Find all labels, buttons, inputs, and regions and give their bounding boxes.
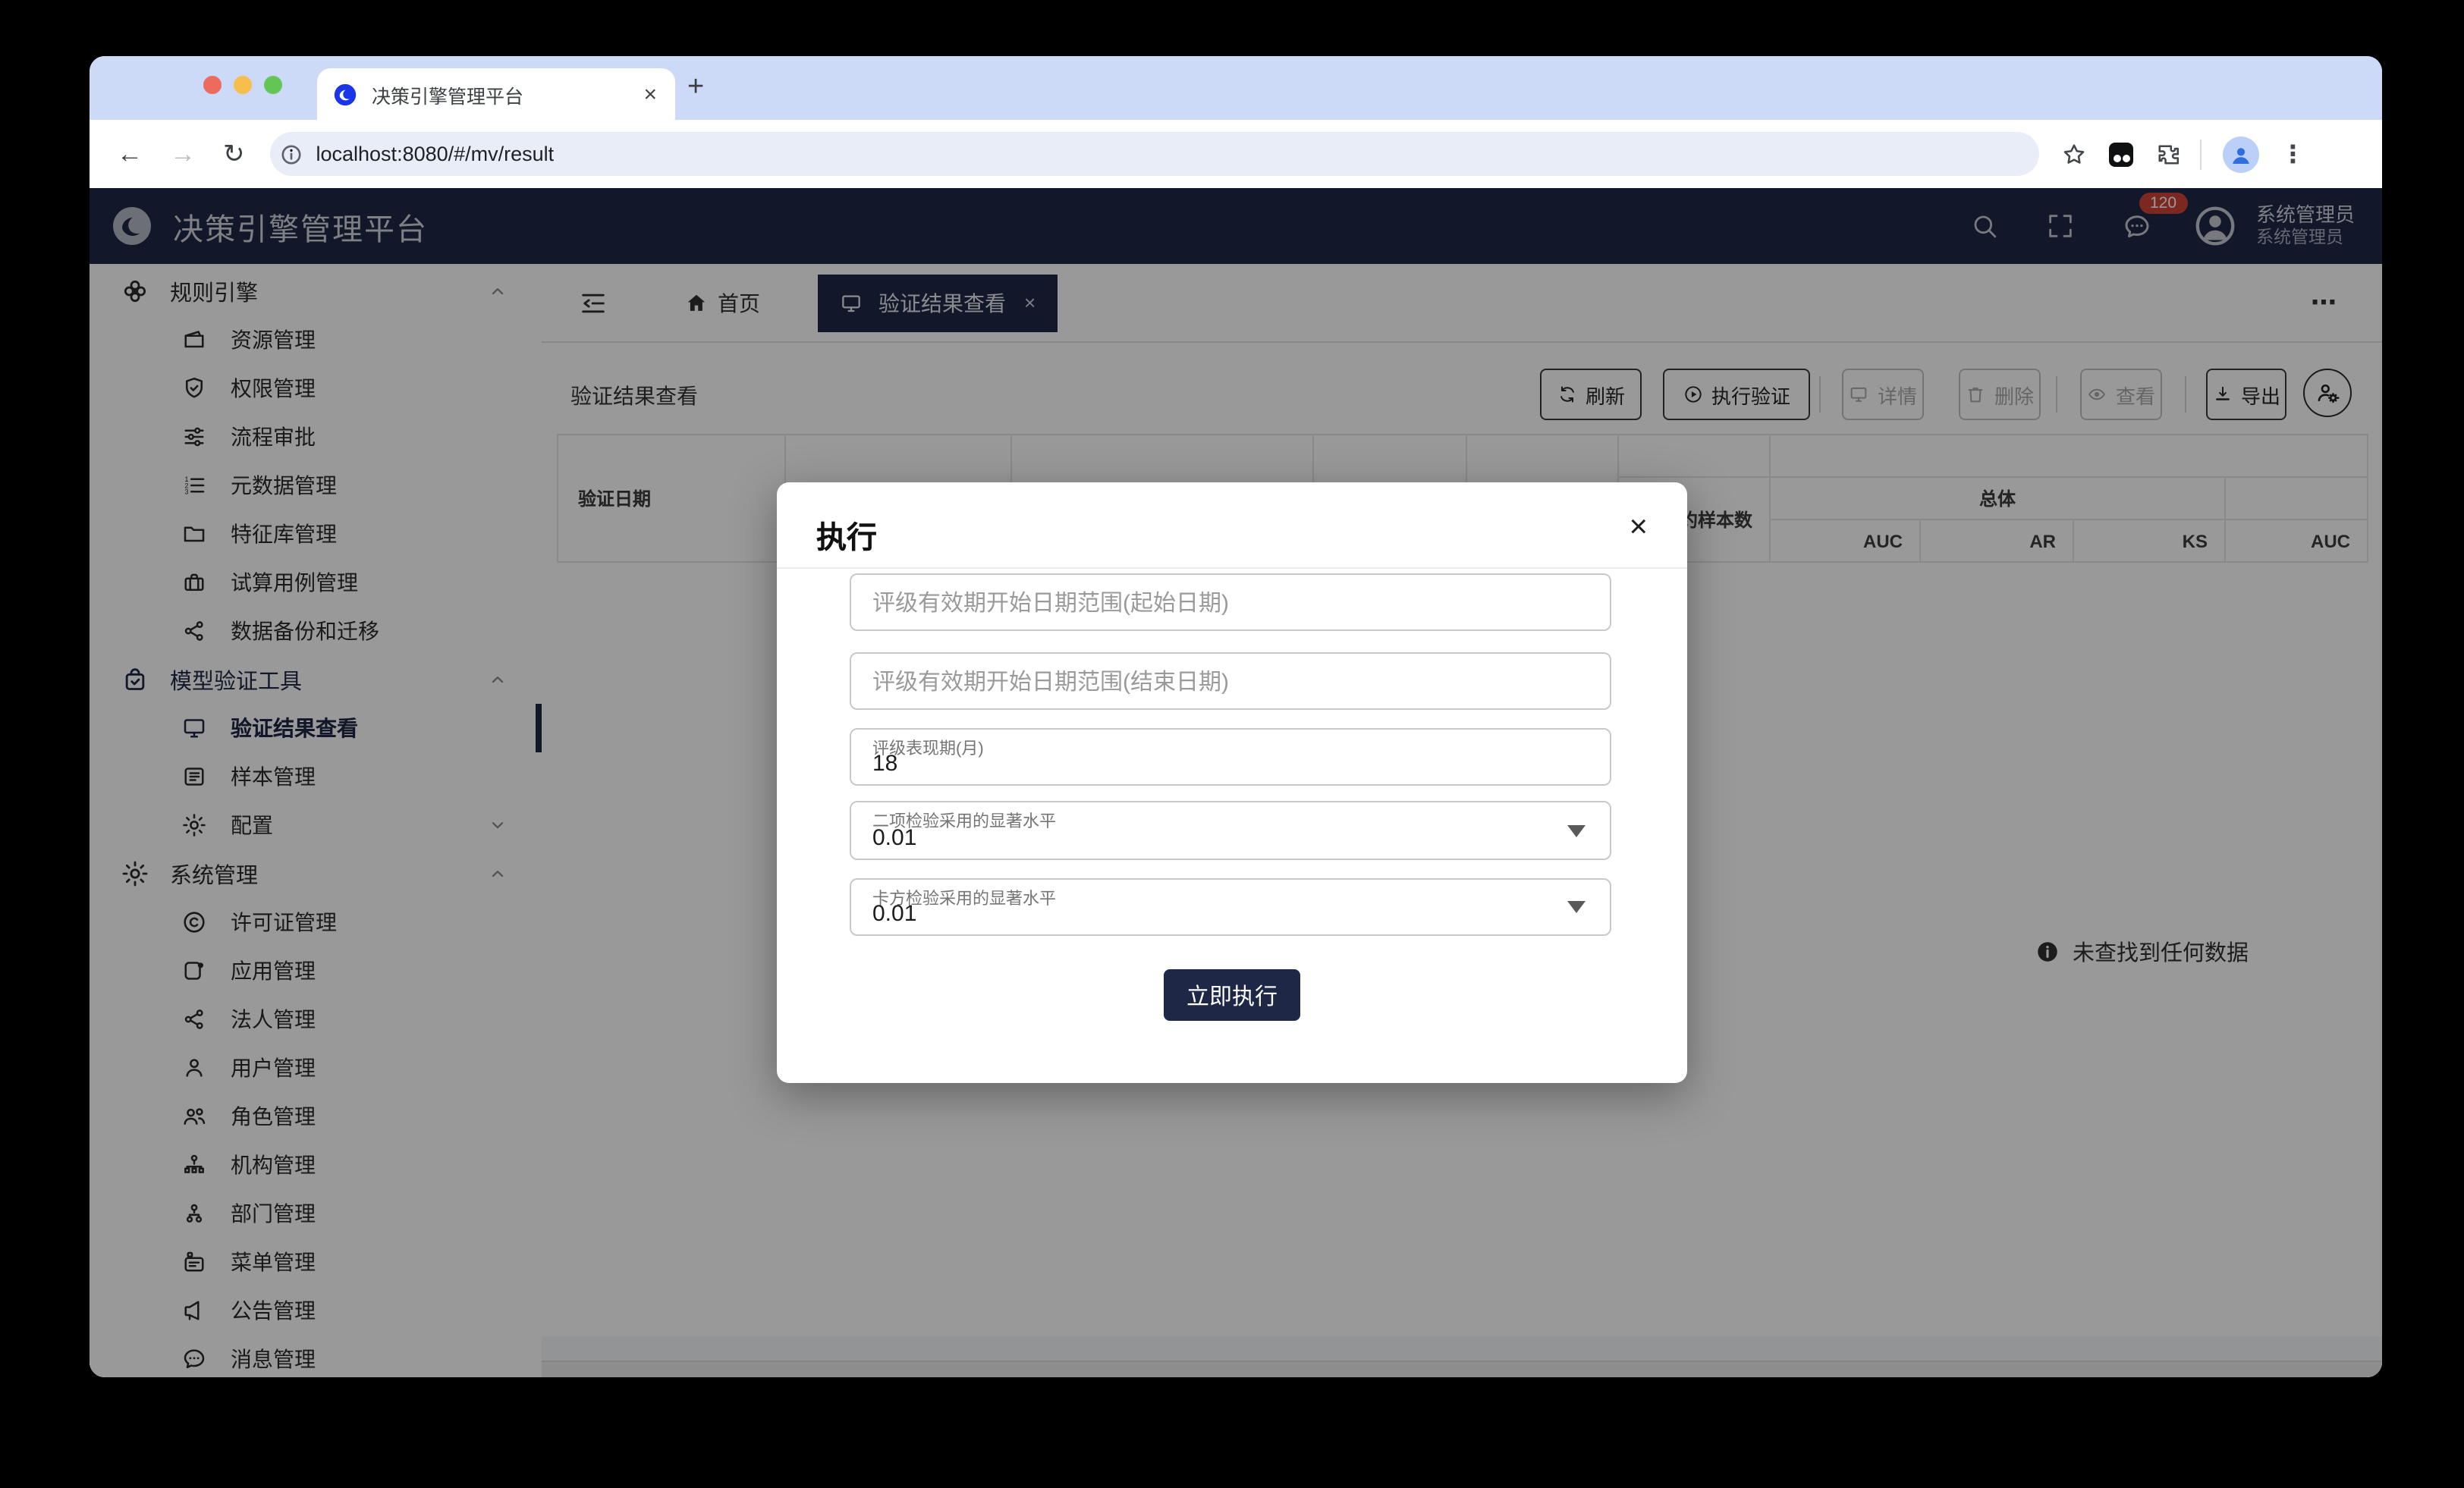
field-value: 0.01	[872, 825, 916, 851]
extension-app-icon[interactable]	[2110, 142, 2134, 166]
execute-dialog: 执行 × 评级有效期开始日期范围(起始日期) 评级有效期开始日期范围(结束日期) 评…	[777, 482, 1687, 1083]
site-info-icon[interactable]	[280, 142, 304, 166]
back-button[interactable]: ←	[117, 139, 143, 169]
browser-tab[interactable]: 决策引擎管理平台 ×	[317, 68, 675, 120]
browser-toolbar: ← → ↻ localhost:8080/#/mv/result ⋮	[90, 120, 2382, 188]
select-field-3[interactable]: 二项检验采用的显著水平0.01	[850, 801, 1611, 860]
dialog-divider	[777, 567, 1687, 569]
address-bar[interactable]: localhost:8080/#/mv/result	[271, 132, 2040, 176]
tab-close-icon[interactable]: ×	[640, 83, 660, 105]
extensions-puzzle-icon[interactable]	[2155, 140, 2183, 168]
browser-menu-icon[interactable]: ⋮	[2281, 139, 2305, 169]
bookmark-star-icon[interactable]	[2061, 140, 2088, 168]
browser-tab-title: 决策引擎管理平台	[372, 80, 640, 108]
input-field-0[interactable]: 评级有效期开始日期范围(起始日期)	[850, 573, 1611, 631]
reload-button[interactable]: ↻	[223, 139, 245, 169]
field-placeholder: 评级有效期开始日期范围(起始日期)	[872, 586, 1229, 618]
minimize-window-button[interactable]	[234, 76, 252, 94]
browser-window: 决策引擎管理平台 × + ← → ↻ localhost:8080/#/mv/r…	[90, 56, 2382, 1377]
url-text: localhost:8080/#/mv/result	[316, 143, 555, 165]
profile-avatar[interactable]	[2224, 136, 2260, 172]
field-value: 18	[872, 751, 897, 777]
favicon-swirl-icon	[332, 81, 358, 107]
page-viewport: 决策引擎管理平台 120 系统管理员 系统管理员 规则引擎资源管理权限管理流程审…	[90, 188, 2382, 1377]
input-field-2[interactable]: 评级表现期(月)18	[850, 728, 1611, 786]
select-caret-icon	[1567, 901, 1586, 913]
browser-tab-strip: 决策引擎管理平台 × +	[90, 56, 2382, 120]
input-field-1[interactable]: 评级有效期开始日期范围(结束日期)	[850, 652, 1611, 710]
dialog-title: 执行	[816, 513, 877, 557]
screen: 决策引擎管理平台 × + ← → ↻ localhost:8080/#/mv/r…	[0, 0, 2464, 1488]
select-caret-icon	[1567, 824, 1586, 837]
execute-now-button[interactable]: 立即执行	[1164, 969, 1300, 1021]
field-value: 0.01	[872, 901, 916, 927]
close-window-button[interactable]	[203, 76, 222, 94]
toolbar-divider	[2201, 139, 2202, 169]
maximize-window-button[interactable]	[264, 76, 282, 94]
dialog-close-icon[interactable]: ×	[1629, 510, 1648, 546]
select-field-4[interactable]: 卡方检验采用的显著水平0.01	[850, 878, 1611, 936]
field-placeholder: 评级有效期开始日期范围(结束日期)	[872, 665, 1229, 697]
forward-button[interactable]: →	[170, 139, 196, 169]
new-tab-button[interactable]: +	[687, 71, 704, 105]
